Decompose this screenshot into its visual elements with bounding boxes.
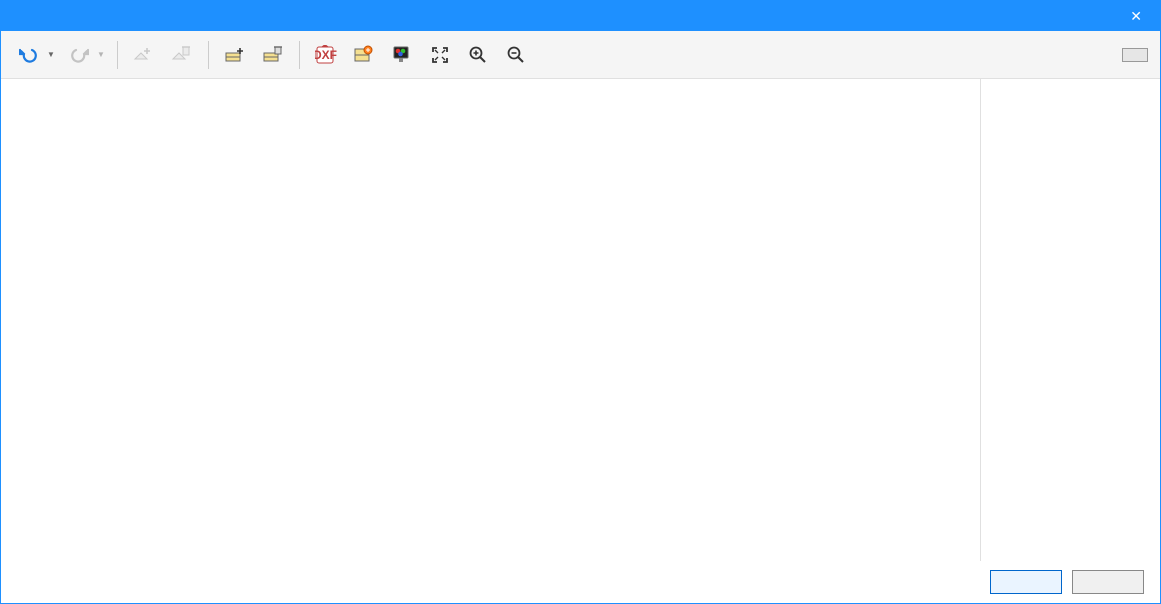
- cancel-button[interactable]: [1072, 570, 1144, 594]
- separator: [117, 41, 118, 69]
- zoom-in-button[interactable]: [462, 39, 494, 71]
- redo-button[interactable]: [63, 39, 95, 71]
- undo-dropdown-icon[interactable]: ▼: [47, 50, 57, 59]
- add-boundary-button[interactable]: [128, 39, 160, 71]
- color-settings-button[interactable]: [386, 39, 418, 71]
- toolbar: ▼ ▼ DXF: [1, 31, 1160, 79]
- separator: [208, 41, 209, 69]
- add-layer-button[interactable]: [219, 39, 251, 71]
- zoom-extents-button[interactable]: [424, 39, 456, 71]
- titlebar: ✕: [1, 1, 1160, 31]
- svg-text:DXF: DXF: [315, 48, 337, 62]
- delete-layer-button[interactable]: [257, 39, 289, 71]
- delete-boundary-button[interactable]: [166, 39, 198, 71]
- redo-dropdown-icon[interactable]: ▼: [97, 50, 107, 59]
- close-icon[interactable]: ✕: [1122, 4, 1150, 29]
- import-dxf-button[interactable]: DXF: [310, 39, 342, 71]
- footer: [1, 561, 1160, 603]
- legend-panel: [980, 79, 1160, 561]
- ok-button[interactable]: [990, 570, 1062, 594]
- import-image-button[interactable]: [348, 39, 380, 71]
- define-bottom-elevation-button[interactable]: [1122, 48, 1148, 62]
- undo-button[interactable]: [13, 39, 45, 71]
- zoom-out-button[interactable]: [500, 39, 532, 71]
- separator: [299, 41, 300, 69]
- section-plot[interactable]: [1, 79, 980, 561]
